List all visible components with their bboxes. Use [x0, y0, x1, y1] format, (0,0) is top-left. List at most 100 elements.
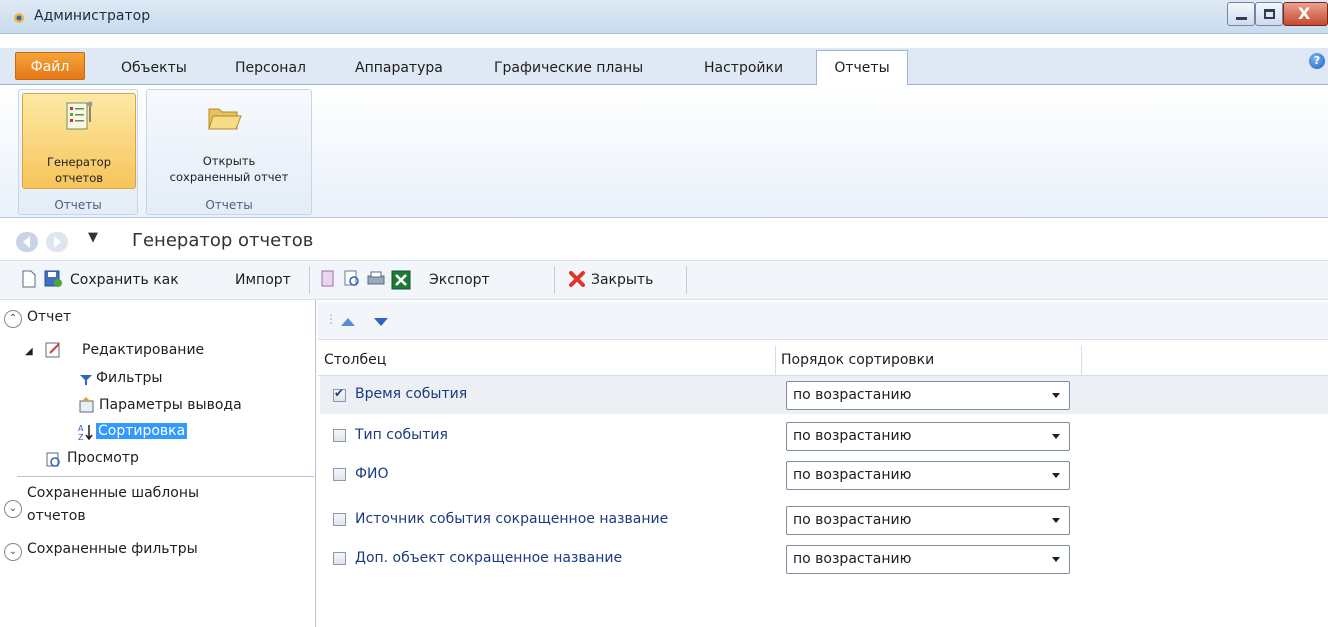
tab-hardware[interactable]: Аппаратура [355, 54, 443, 85]
row-column-name: Доп. объект сокращенное название [355, 550, 623, 566]
toolbar-separator-2 [554, 266, 555, 294]
sort-order-select[interactable]: по возрастанию [786, 461, 1070, 490]
chevron-down-icon [1052, 473, 1060, 478]
saved-templates-header-line2[interactable]: отчетов [27, 508, 86, 524]
row-column-name: ФИО [355, 466, 389, 482]
minimize-button[interactable] [1227, 2, 1255, 26]
excel-icon[interactable] [391, 270, 411, 290]
sort-order-select[interactable]: по возрастанию [786, 422, 1070, 451]
preview-icon[interactable] [343, 270, 361, 288]
chevron-down-icon [1052, 557, 1060, 562]
sort-order-value: по возрастанию [793, 467, 912, 483]
preview-tree-icon [46, 452, 60, 467]
back-button[interactable] [16, 232, 38, 252]
new-document-icon[interactable] [20, 270, 38, 288]
window-title: Администратор [34, 8, 151, 24]
arrow-right-icon [54, 236, 61, 248]
edit-icon [45, 342, 60, 358]
import-button[interactable]: Импорт [235, 272, 291, 288]
filter-icon [80, 375, 92, 385]
tree-item-filters[interactable]: Фильтры [96, 370, 162, 386]
expand-saved-templates-icon[interactable]: ⌄ [4, 500, 22, 518]
expand-saved-filters-icon[interactable]: ⌄ [4, 543, 22, 561]
chevron-down-icon [1052, 393, 1060, 398]
toolbar-grip: ⋮ [325, 312, 337, 326]
sort-order-value: по возрастанию [793, 387, 912, 403]
report-generator-icon [66, 101, 93, 130]
help-icon[interactable]: ? [1309, 53, 1325, 69]
tab-graphic-plans[interactable]: Графические планы [494, 54, 643, 85]
move-up-icon[interactable] [341, 318, 355, 326]
sort-order-value: по возрастанию [793, 428, 912, 444]
row-column-name: Тип события [355, 427, 448, 443]
report-section-header[interactable]: Отчет [27, 309, 71, 325]
chevron-down-icon [1052, 434, 1060, 439]
toolbar-separator-3 [686, 266, 687, 294]
row-checkbox[interactable] [333, 513, 346, 526]
report-icon[interactable] [319, 270, 337, 288]
maximize-icon [1264, 9, 1275, 19]
sort-order-select[interactable]: по возрастанию [786, 506, 1070, 535]
sort-icon: A Z [78, 424, 93, 441]
app-icon [14, 13, 24, 23]
sort-order-select[interactable]: по возрастанию [786, 545, 1070, 574]
sort-toolbar [318, 302, 1328, 340]
column-header-sort-order[interactable]: Порядок сортировки [781, 352, 934, 368]
row-checkbox[interactable] [333, 468, 346, 481]
forward-button[interactable] [46, 232, 68, 252]
chevron-down-icon [1052, 518, 1060, 523]
sort-order-select[interactable]: по возрастанию [786, 381, 1070, 410]
minimize-icon [1236, 17, 1247, 20]
title-bar [0, 0, 1328, 34]
sort-order-value: по возрастанию [793, 512, 912, 528]
panel-divider [17, 476, 314, 477]
close-report-button[interactable]: Закрыть [591, 272, 653, 288]
row-checkbox[interactable] [333, 386, 346, 402]
open-saved-report-label: Открыть сохраненный отчет [150, 153, 308, 185]
tree-expand-icon[interactable]: ◢ [25, 346, 33, 357]
svg-text:A: A [78, 424, 84, 433]
tab-objects[interactable]: Объекты [121, 54, 187, 85]
row-column-name: Время события [355, 386, 468, 402]
tab-file[interactable]: Файл [15, 52, 85, 80]
tree-item-sorting[interactable]: Сортировка [96, 423, 188, 439]
export-button[interactable]: Экспорт [429, 272, 490, 288]
print-icon[interactable] [367, 270, 385, 288]
maximize-button[interactable] [1255, 2, 1283, 26]
page-title: Генератор отчетов [132, 230, 314, 251]
folder-open-icon [208, 108, 242, 130]
move-down-icon[interactable] [374, 318, 388, 326]
save-icon[interactable] [44, 270, 62, 288]
report-generator-label-line2: отчетов [54, 171, 104, 185]
output-params-icon [79, 397, 94, 413]
row-column-name: Источник события сокращенное название [355, 511, 669, 527]
ribbon-group-label-2: Отчеты [205, 198, 253, 212]
main-toolbar [0, 260, 1328, 300]
tree-item-preview[interactable]: Просмотр [67, 450, 139, 466]
close-x-icon[interactable] [568, 270, 586, 288]
open-saved-report-button[interactable]: Открыть сохраненный отчет [150, 93, 308, 189]
arrow-left-icon [23, 236, 30, 248]
tab-personnel[interactable]: Персонал [235, 54, 306, 85]
saved-templates-header-line1[interactable]: Сохраненные шаблоны [27, 485, 199, 501]
svg-text:Z: Z [78, 433, 84, 441]
open-saved-report-label-line2: сохраненный отчет [169, 170, 289, 184]
row-checkbox[interactable] [333, 552, 346, 565]
report-generator-label: Генератор отчетов [23, 154, 135, 186]
nav-history-dropdown[interactable]: ▼ [88, 230, 98, 245]
tree-item-editing[interactable]: Редактирование [82, 342, 204, 358]
ribbon-tab-bar [0, 48, 1328, 85]
header-separator [775, 346, 776, 376]
report-generator-button[interactable]: Генератор отчетов [22, 93, 136, 189]
column-header-column[interactable]: Столбец [324, 352, 386, 368]
row-checkbox[interactable] [333, 429, 346, 442]
collapse-report-icon[interactable]: ⌃ [4, 310, 22, 328]
close-icon: X [1298, 4, 1311, 23]
save-as-button[interactable]: Сохранить как [70, 272, 179, 288]
tab-reports[interactable]: Отчеты [816, 50, 908, 86]
close-window-button[interactable]: X [1283, 2, 1328, 26]
tree-item-output-params[interactable]: Параметры вывода [99, 397, 242, 413]
tab-settings[interactable]: Настройки [704, 54, 783, 85]
saved-filters-header[interactable]: Сохраненные фильтры [27, 541, 198, 557]
ribbon-group-label-1: Отчеты [54, 198, 102, 212]
